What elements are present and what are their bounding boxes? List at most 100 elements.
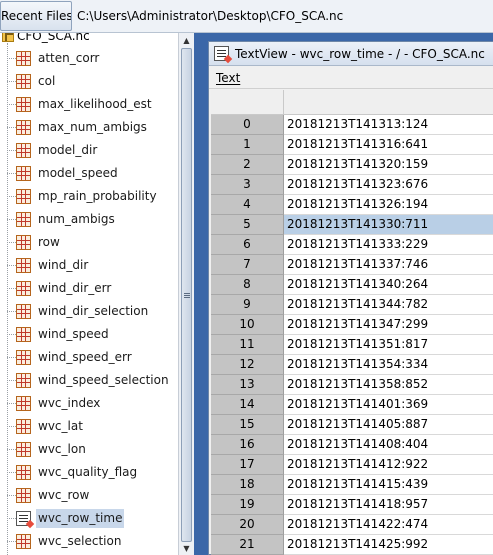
row-index-cell[interactable]: 7 xyxy=(211,255,284,275)
tree-item-wvc-lat[interactable]: wvc_lat xyxy=(0,415,178,438)
row-value-cell[interactable]: 20181213T141333:229 xyxy=(284,235,493,255)
table-row[interactable]: 14 20181213T141401:369 xyxy=(211,395,493,415)
tree-scrollbar[interactable]: ▲ ▼ xyxy=(178,33,194,555)
row-index-cell[interactable]: 9 xyxy=(211,295,284,315)
tree-item-wind-speed[interactable]: wind_speed xyxy=(0,323,178,346)
table-row[interactable]: 19 20181213T141418:957 xyxy=(211,495,493,515)
row-index-cell[interactable]: 0 xyxy=(211,115,284,135)
row-value-cell[interactable]: 20181213T141330:711 xyxy=(284,215,493,235)
table-row[interactable]: 12 20181213T141354:334 xyxy=(211,355,493,375)
row-value-cell[interactable]: 20181213T141425:992 xyxy=(284,535,493,555)
table-body: 0 20181213T141313:124 1 20181213T141316:641… xyxy=(211,115,493,555)
row-value-cell[interactable]: 20181213T141323:676 xyxy=(284,175,493,195)
table-header xyxy=(211,90,493,115)
tree-item-wvc-lon[interactable]: wvc_lon xyxy=(0,438,178,461)
row-value-cell[interactable]: 20181213T141344:782 xyxy=(284,295,493,315)
row-value-cell[interactable]: 20181213T141401:369 xyxy=(284,395,493,415)
tree-item-num-ambigs[interactable]: num_ambigs xyxy=(0,208,178,231)
table-row[interactable]: 6 20181213T141333:229 xyxy=(211,235,493,255)
row-value-cell[interactable]: 20181213T141415:439 xyxy=(284,475,493,495)
row-value-cell[interactable]: 20181213T141354:334 xyxy=(284,355,493,375)
menu-text[interactable]: Text xyxy=(216,67,240,89)
row-value-cell[interactable]: 20181213T141313:124 xyxy=(284,115,493,135)
row-index-cell[interactable]: 17 xyxy=(211,455,284,475)
table-row[interactable]: 13 20181213T141358:852 xyxy=(211,375,493,395)
row-index-cell[interactable]: 3 xyxy=(211,175,284,195)
row-index-cell[interactable]: 18 xyxy=(211,475,284,495)
row-index-cell[interactable]: 4 xyxy=(211,195,284,215)
table-row[interactable]: 18 20181213T141415:439 xyxy=(211,475,493,495)
tree-item-wind-dir-selection[interactable]: wind_dir_selection xyxy=(0,300,178,323)
row-value-cell[interactable]: 20181213T141316:641 xyxy=(284,135,493,155)
dataset-grid-icon xyxy=(16,74,31,89)
tree-item-wvc-selection[interactable]: wvc_selection xyxy=(0,530,178,553)
table-row[interactable]: 21 20181213T141425:992 xyxy=(211,535,493,555)
row-value-cell[interactable]: 20181213T141320:159 xyxy=(284,155,493,175)
tree-item-wind-speed-selection[interactable]: wind_speed_selection xyxy=(0,369,178,392)
row-value-cell[interactable]: 20181213T141405:887 xyxy=(284,415,493,435)
table-row[interactable]: 3 20181213T141323:676 xyxy=(211,175,493,195)
tree-root-node[interactable]: CFO_SCA.nc xyxy=(0,33,90,43)
table-row[interactable]: 16 20181213T141408:404 xyxy=(211,435,493,455)
tree-item-max-likelihood-est[interactable]: max_likelihood_est xyxy=(0,93,178,116)
row-value-cell[interactable]: 20181213T141412:922 xyxy=(284,455,493,475)
row-value-cell[interactable]: 20181213T141358:852 xyxy=(284,375,493,395)
row-index-cell[interactable]: 21 xyxy=(211,535,284,555)
row-index-cell[interactable]: 19 xyxy=(211,495,284,515)
row-value-cell[interactable]: 20181213T141418:957 xyxy=(284,495,493,515)
tree-item-row[interactable]: row xyxy=(0,231,178,254)
row-value-cell[interactable]: 20181213T141408:404 xyxy=(284,435,493,455)
tree-item-max-num-ambigs[interactable]: max_num_ambigs xyxy=(0,116,178,139)
tree-item-wind-speed-err[interactable]: wind_speed_err xyxy=(0,346,178,369)
table-row[interactable]: 5 20181213T141330:711 xyxy=(211,215,493,235)
row-index-cell[interactable]: 2 xyxy=(211,155,284,175)
row-index-cell[interactable]: 1 xyxy=(211,135,284,155)
table-row[interactable]: 1 20181213T141316:641 xyxy=(211,135,493,155)
row-value-cell[interactable]: 20181213T141326:194 xyxy=(284,195,493,215)
row-index-cell[interactable]: 20 xyxy=(211,515,284,535)
scroll-up-arrow-icon[interactable]: ▲ xyxy=(181,35,192,46)
row-value-cell[interactable]: 20181213T141337:746 xyxy=(284,255,493,275)
row-index-cell[interactable]: 6 xyxy=(211,235,284,255)
tree-item-wind-dir[interactable]: wind_dir xyxy=(0,254,178,277)
row-index-cell[interactable]: 13 xyxy=(211,375,284,395)
table-row[interactable]: 2 20181213T141320:159 xyxy=(211,155,493,175)
scroll-down-arrow-icon[interactable]: ▼ xyxy=(181,543,192,554)
row-value-cell[interactable]: 20181213T141347:299 xyxy=(284,315,493,335)
table-row[interactable]: 10 20181213T141347:299 xyxy=(211,315,493,335)
table-row[interactable]: 8 20181213T141340:264 xyxy=(211,275,493,295)
row-index-cell[interactable]: 16 xyxy=(211,435,284,455)
tree-item-model-speed[interactable]: model_speed xyxy=(0,162,178,185)
row-value-cell[interactable]: 20181213T141340:264 xyxy=(284,275,493,295)
textview-title-bar[interactable]: TextView - wvc_row_time - / - CFO_SCA.nc xyxy=(209,42,493,66)
row-index-cell[interactable]: 12 xyxy=(211,355,284,375)
table-row[interactable]: 7 20181213T141337:746 xyxy=(211,255,493,275)
tree-item-mp-rain-probability[interactable]: mp_rain_probability xyxy=(0,185,178,208)
row-index-cell[interactable]: 15 xyxy=(211,415,284,435)
row-index-cell[interactable]: 10 xyxy=(211,315,284,335)
row-value-cell[interactable]: 20181213T141422:474 xyxy=(284,515,493,535)
row-index-cell[interactable]: 14 xyxy=(211,395,284,415)
table-row[interactable]: 9 20181213T141344:782 xyxy=(211,295,493,315)
row-index-cell[interactable]: 8 xyxy=(211,275,284,295)
textview-window[interactable]: TextView - wvc_row_time - / - CFO_SCA.nc… xyxy=(208,41,493,555)
tree-item-col[interactable]: col xyxy=(0,70,178,93)
row-value-cell[interactable]: 20181213T141351:817 xyxy=(284,335,493,355)
table-row[interactable]: 4 20181213T141326:194 xyxy=(211,195,493,215)
table-row[interactable]: 11 20181213T141351:817 xyxy=(211,335,493,355)
tree-item-wvc-row[interactable]: wvc_row xyxy=(0,484,178,507)
row-index-cell[interactable]: 5 xyxy=(211,215,284,235)
tree-item-wvc-index[interactable]: wvc_index xyxy=(0,392,178,415)
table-row[interactable]: 17 20181213T141412:922 xyxy=(211,455,493,475)
table-row[interactable]: 15 20181213T141405:887 xyxy=(211,415,493,435)
recent-files-button[interactable]: Recent Files xyxy=(0,1,72,31)
tree-item-model-dir[interactable]: model_dir xyxy=(0,139,178,162)
tree-item-wvc-row-time[interactable]: wvc_row_time xyxy=(0,507,178,530)
row-index-cell[interactable]: 11 xyxy=(211,335,284,355)
scroll-thumb[interactable] xyxy=(181,48,192,542)
tree-item-atten-corr[interactable]: atten_corr xyxy=(0,47,178,70)
tree-item-wvc-quality-flag[interactable]: wvc_quality_flag xyxy=(0,461,178,484)
tree-item-wind-dir-err[interactable]: wind_dir_err xyxy=(0,277,178,300)
table-row[interactable]: 0 20181213T141313:124 xyxy=(211,115,493,135)
table-row[interactable]: 20 20181213T141422:474 xyxy=(211,515,493,535)
